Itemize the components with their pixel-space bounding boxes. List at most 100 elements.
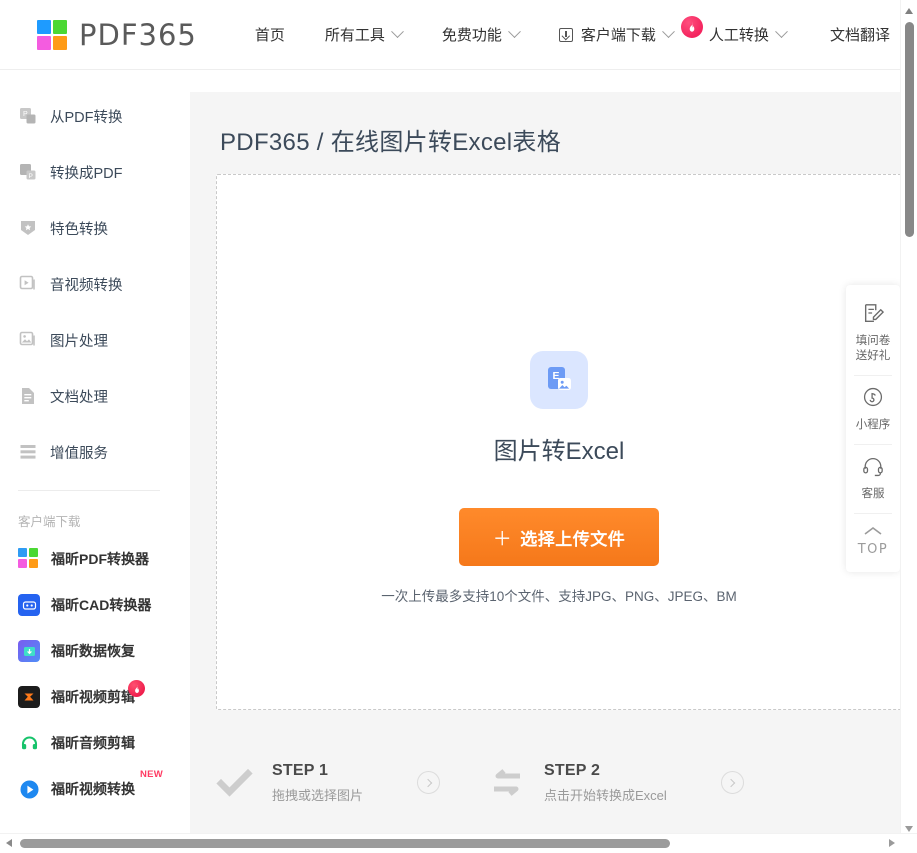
- step-2-text: STEP 2 点击开始转换成Excel: [544, 762, 667, 804]
- step-2: STEP 2 点击开始转换成Excel: [486, 762, 744, 804]
- chevron-down-icon: [775, 25, 788, 39]
- sidebar-group-title: 客户端下载: [18, 515, 81, 529]
- sidebar-item-featured-convert[interactable]: 特色转换: [0, 200, 178, 256]
- survey-icon: [862, 302, 885, 329]
- sidebar-app-label: 福昕CAD转换器: [51, 597, 152, 613]
- nav-item-manual-convert[interactable]: 人工转换: [680, 15, 788, 46]
- upload-dropzone[interactable]: E 图片转Excel ＋ 选择上传文件 一次上传最多支持10个文件、支持JPG、…: [216, 174, 900, 710]
- sidebar-app-foxit-pdf[interactable]: 福昕PDF转换器: [0, 536, 178, 582]
- sidebar-app-foxit-video-edit[interactable]: 福昕视频剪辑: [0, 674, 178, 720]
- sidebar-app-foxit-recovery[interactable]: 福昕数据恢复: [0, 628, 178, 674]
- sidebar-item-from-pdf[interactable]: P 从PDF转换: [0, 88, 178, 144]
- nav-label: 所有工具: [324, 27, 385, 44]
- scroll-right-arrow-icon[interactable]: [889, 839, 895, 847]
- floatbar-label: 填问卷 送好礼: [856, 334, 891, 364]
- select-upload-file-button[interactable]: ＋ 选择上传文件: [459, 508, 659, 566]
- miniprogram-icon: [862, 386, 884, 413]
- sidebar-item-label: 音视频转换: [50, 277, 123, 294]
- floatbar-label-line1: 填问卷: [855, 335, 891, 347]
- sidebar-item-label: 转换成PDF: [50, 165, 123, 182]
- nav-label: 文档翻译: [829, 27, 890, 44]
- horizontal-scrollbar-thumb[interactable]: [20, 839, 670, 848]
- step-1-text: STEP 1 拖拽或选择图片: [272, 762, 363, 804]
- document-process-icon: [18, 386, 38, 406]
- floatbar-label: 客服: [861, 488, 885, 500]
- site-header: PDF365 首页 所有工具 免费功能 客户端下载 人工转换 文档翻译: [0, 0, 917, 70]
- sidebar-item-label: 特色转换: [50, 221, 108, 238]
- foxit-audio-edit-icon: [18, 732, 40, 754]
- sidebar-category-list: P 从PDF转换 P 转换成PDF 特色转换 音视频转换 图片处理 文档处理 增…: [0, 70, 178, 812]
- nav-item-all-tools[interactable]: 所有工具: [324, 24, 404, 45]
- download-icon: [558, 27, 573, 42]
- swap-arrows-icon: [486, 762, 528, 804]
- sidebar-app-foxit-audio-edit[interactable]: 福昕音频剪辑: [0, 720, 178, 766]
- svg-text:P: P: [29, 173, 33, 180]
- scroll-up-arrow-icon[interactable]: [905, 8, 913, 14]
- sidebar-item-media-convert[interactable]: 音视频转换: [0, 256, 178, 312]
- plus-icon: ＋: [492, 528, 513, 550]
- foxit-recovery-icon: [18, 640, 40, 662]
- pdf-to-icon: P: [18, 162, 38, 182]
- chevron-up-icon: [862, 524, 884, 542]
- step-1: STEP 1 拖拽或选择图片: [214, 762, 441, 804]
- step-subtitle: 点击开始转换成Excel: [544, 787, 667, 803]
- foxit-pdf-icon: [18, 548, 40, 570]
- value-added-icon: [18, 442, 38, 462]
- floatbar-item-back-to-top[interactable]: TOP: [846, 513, 900, 568]
- new-badge: NEW: [140, 769, 164, 780]
- check-icon: [214, 762, 256, 804]
- chevron-down-icon: [662, 25, 675, 39]
- brand-name: PDF365: [79, 17, 197, 52]
- flame-icon: [128, 680, 145, 697]
- nav-item-client-download[interactable]: 客户端下载: [558, 24, 675, 45]
- sidebar-item-label: 增值服务: [50, 445, 108, 462]
- horizontal-scrollbar[interactable]: [0, 833, 917, 853]
- sidebar-item-to-pdf[interactable]: P 转换成PDF: [0, 144, 178, 200]
- sidebar-app-foxit-cad[interactable]: 福昕CAD转换器: [0, 582, 178, 628]
- floatbar-item-miniprogram[interactable]: 小程序: [846, 375, 900, 444]
- sidebar-app-label: 福昕音频剪辑: [51, 735, 135, 751]
- step-title: STEP 2: [544, 761, 601, 779]
- foxit-video-convert-icon: [18, 778, 40, 800]
- nav-label: 首页: [254, 27, 285, 44]
- shield-star-icon: [18, 218, 38, 238]
- step-subtitle: 拖拽或选择图片: [272, 787, 364, 803]
- pdf-from-icon: P: [18, 106, 38, 126]
- nav-label: 免费功能: [441, 27, 502, 44]
- media-convert-icon: [18, 274, 38, 294]
- sidebar-app-label: 福昕视频剪辑: [51, 689, 135, 705]
- sidebar-item-image-process[interactable]: 图片处理: [0, 312, 178, 368]
- sidebar-app-label: 福昕PDF转换器: [51, 551, 149, 567]
- upload-button-label: 选择上传文件: [520, 529, 626, 549]
- floatbar-label: 小程序: [855, 419, 891, 431]
- step-1-arrow-icon: [417, 771, 441, 794]
- flame-icon: [680, 15, 703, 38]
- scroll-down-arrow-icon[interactable]: [905, 826, 913, 832]
- nav-item-home[interactable]: 首页: [255, 24, 285, 45]
- sidebar-app-label: 福昕视频转换: [51, 781, 135, 797]
- vertical-scrollbar[interactable]: [900, 0, 917, 838]
- nav-label: 客户端下载: [580, 27, 656, 44]
- vertical-scrollbar-thumb[interactable]: [905, 22, 914, 237]
- sidebar-scrollbar[interactable]: [178, 70, 366, 853]
- sidebar-item-label: 从PDF转换: [50, 109, 123, 126]
- sidebar-item-document-process[interactable]: 文档处理: [0, 368, 178, 424]
- chevron-down-icon: [508, 25, 521, 39]
- sidebar-app-foxit-video-convert[interactable]: 福昕视频转换 NEW: [0, 766, 178, 812]
- foxit-video-edit-icon: [18, 686, 40, 708]
- floatbar-label-line2: 送好礼: [855, 350, 891, 362]
- headset-icon: [861, 455, 885, 482]
- brand-logo[interactable]: PDF365: [37, 18, 197, 52]
- sidebar-item-label: 文档处理: [50, 389, 108, 406]
- scroll-left-arrow-icon[interactable]: [6, 839, 12, 847]
- steps-bar: STEP 1 拖拽或选择图片 STEP 2 点击开始转换成Excel: [190, 732, 900, 833]
- nav-label: 人工转换: [708, 27, 769, 44]
- nav-item-free-features[interactable]: 免费功能: [441, 24, 521, 45]
- floatbar-item-survey[interactable]: 填问卷 送好礼: [846, 291, 900, 375]
- upload-dropzone-inner: E 图片转Excel ＋ 选择上传文件 一次上传最多支持10个文件、支持JPG、…: [217, 175, 900, 711]
- tool-name: 图片转Excel: [493, 438, 625, 465]
- sidebar-item-value-added[interactable]: 增值服务: [0, 424, 178, 480]
- floatbar-item-support[interactable]: 客服: [846, 444, 900, 513]
- browser-page: PDF365 首页 所有工具 免费功能 客户端下载 人工转换 文档翻译 P 从P…: [0, 0, 917, 853]
- sidebar-item-label: 图片处理: [50, 333, 108, 350]
